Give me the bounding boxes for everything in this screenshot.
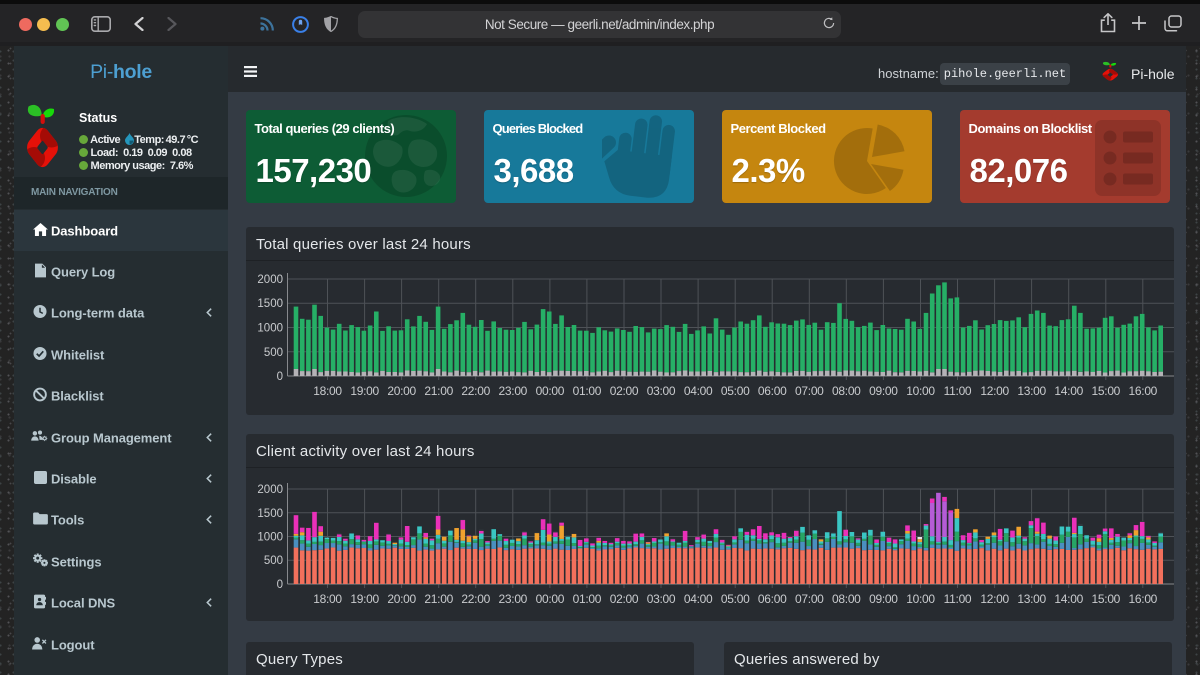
svg-text:12:00: 12:00 [980,592,1009,606]
svg-text:13:00: 13:00 [1017,384,1046,398]
svg-text:0: 0 [277,579,283,591]
svg-text:18:00: 18:00 [313,592,342,606]
svg-text:1500: 1500 [257,298,283,310]
svg-text:01:00: 01:00 [573,592,602,606]
svg-text:07:00: 07:00 [795,384,824,398]
svg-text:09:00: 09:00 [869,592,898,606]
svg-text:04:00: 04:00 [684,384,713,398]
svg-text:03:00: 03:00 [647,592,676,606]
svg-text:04:00: 04:00 [684,592,713,606]
svg-text:07:00: 07:00 [795,592,824,606]
svg-text:05:00: 05:00 [721,592,750,606]
svg-text:22:00: 22:00 [461,592,490,606]
svg-text:500: 500 [264,347,283,359]
svg-text:11:00: 11:00 [944,384,972,398]
svg-text:15:00: 15:00 [1092,592,1121,606]
svg-text:14:00: 14:00 [1054,384,1083,398]
svg-text:2000: 2000 [257,274,283,286]
svg-text:23:00: 23:00 [499,592,528,606]
svg-text:08:00: 08:00 [832,592,861,606]
svg-text:1500: 1500 [257,508,283,520]
svg-text:14:00: 14:00 [1054,592,1083,606]
svg-text:18:00: 18:00 [313,384,342,398]
svg-text:00:00: 00:00 [536,592,565,606]
svg-text:2000: 2000 [257,484,283,496]
svg-text:01:00: 01:00 [573,384,602,398]
svg-text:16:00: 16:00 [1129,592,1158,606]
svg-text:05:00: 05:00 [721,384,750,398]
svg-text:21:00: 21:00 [424,384,453,398]
svg-text:1000: 1000 [257,323,283,335]
svg-text:20:00: 20:00 [387,384,416,398]
svg-text:19:00: 19:00 [350,592,379,606]
svg-text:12:00: 12:00 [980,384,1009,398]
svg-text:06:00: 06:00 [758,384,787,398]
svg-text:00:00: 00:00 [536,384,565,398]
svg-text:21:00: 21:00 [424,592,453,606]
svg-text:1000: 1000 [257,532,283,544]
svg-text:06:00: 06:00 [758,592,787,606]
svg-text:13:00: 13:00 [1017,592,1046,606]
svg-text:19:00: 19:00 [350,384,379,398]
svg-text:15:00: 15:00 [1092,384,1121,398]
svg-text:11:00: 11:00 [944,592,972,606]
svg-text:10:00: 10:00 [906,592,935,606]
svg-text:02:00: 02:00 [610,592,639,606]
svg-text:09:00: 09:00 [869,384,898,398]
svg-text:0: 0 [277,371,283,383]
svg-text:02:00: 02:00 [610,384,639,398]
svg-text:10:00: 10:00 [906,384,935,398]
svg-text:500: 500 [264,555,283,567]
svg-text:22:00: 22:00 [461,384,490,398]
svg-text:08:00: 08:00 [832,384,861,398]
svg-text:23:00: 23:00 [499,384,528,398]
svg-text:03:00: 03:00 [647,384,676,398]
svg-text:20:00: 20:00 [387,592,416,606]
svg-text:16:00: 16:00 [1129,384,1158,398]
